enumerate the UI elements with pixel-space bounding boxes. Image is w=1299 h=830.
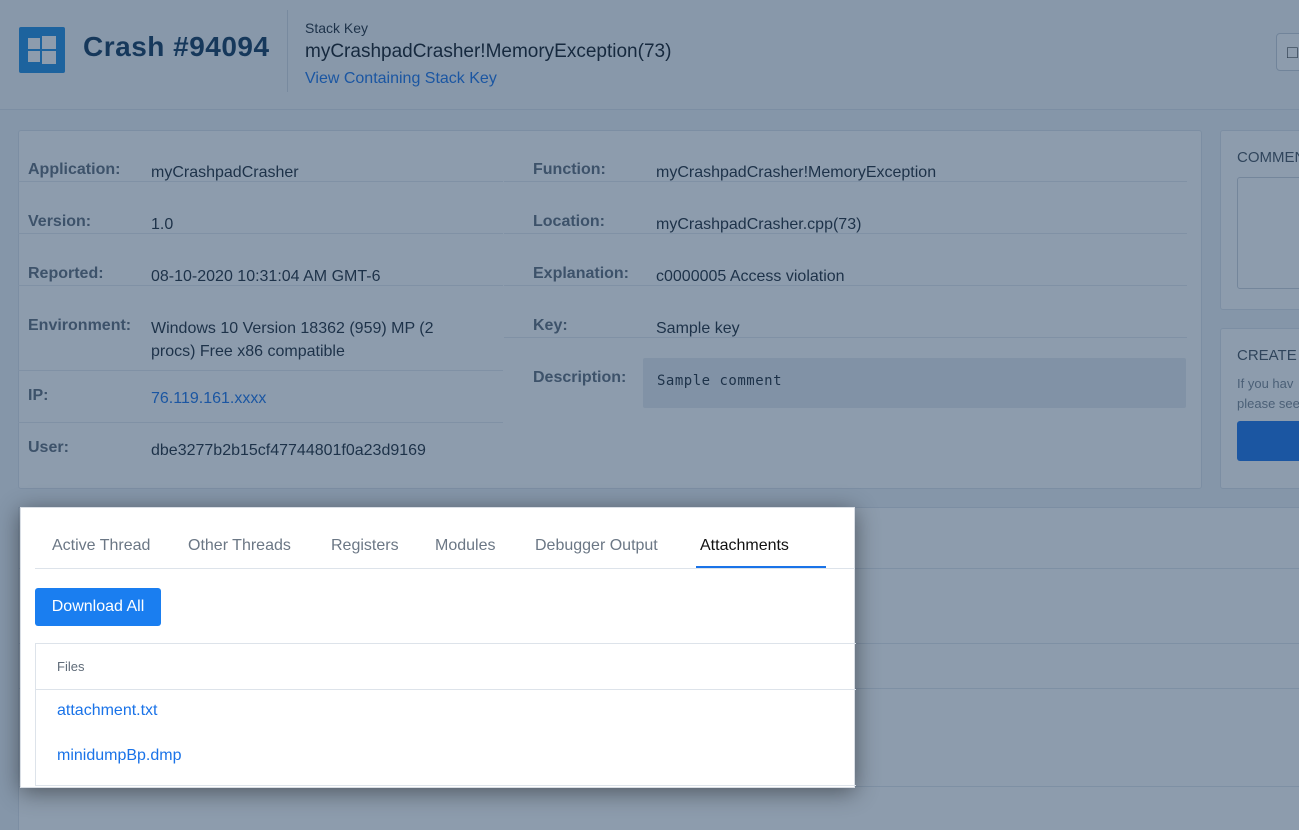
files-table: Files attachment.txt minidumpBp.dmp bbox=[35, 643, 856, 786]
files-column-header: Files bbox=[57, 659, 85, 674]
tab-modules[interactable]: Modules bbox=[435, 537, 495, 555]
file-link-minidump[interactable]: minidumpBp.dmp bbox=[57, 747, 182, 765]
active-tab-indicator bbox=[696, 566, 826, 568]
tab-attachments[interactable]: Attachments bbox=[700, 537, 789, 555]
tab-registers[interactable]: Registers bbox=[331, 537, 399, 555]
tab-bar: Active Thread Other Threads Registers Mo… bbox=[35, 508, 855, 569]
files-table-header: Files bbox=[36, 644, 856, 690]
download-all-button[interactable]: Download All bbox=[35, 588, 161, 626]
tab-debugger-output[interactable]: Debugger Output bbox=[535, 537, 658, 555]
tab-active-thread[interactable]: Active Thread bbox=[52, 537, 150, 555]
attachments-panel: Active Thread Other Threads Registers Mo… bbox=[20, 507, 856, 788]
tab-other-threads[interactable]: Other Threads bbox=[188, 537, 291, 555]
file-link-attachment-txt[interactable]: attachment.txt bbox=[57, 702, 158, 720]
